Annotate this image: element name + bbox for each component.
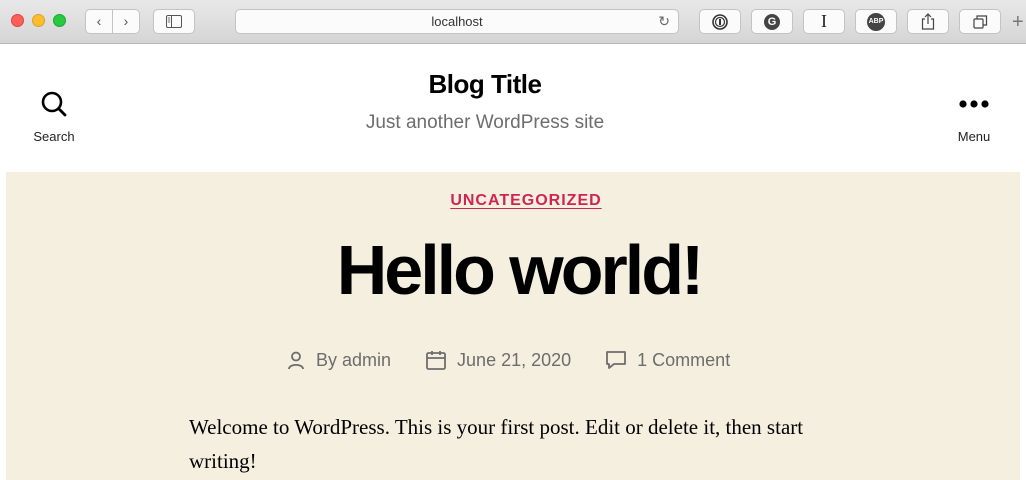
history-nav: ‹ › (85, 9, 140, 34)
menu-toggle-button[interactable]: Menu (948, 90, 1000, 144)
back-button[interactable]: ‹ (86, 10, 112, 33)
more-dots-icon (959, 100, 989, 108)
date-text: June 21, 2020 (457, 349, 572, 370)
instapaper-icon: I (821, 11, 827, 31)
post-excerpt: Welcome to WordPress. This is your first… (189, 415, 804, 473)
close-window-button[interactable] (11, 14, 24, 27)
calendar-icon (426, 351, 446, 370)
share-icon (921, 13, 935, 30)
post-comments[interactable]: 1 Comment (605, 350, 730, 371)
sidebar-icon (166, 15, 182, 28)
adblock-extension-button[interactable]: ABP (855, 9, 897, 34)
author-text: By admin (316, 349, 392, 370)
onepassword-extension-button[interactable] (699, 9, 741, 34)
site-header: Search Blog Title Just another WordPress… (0, 44, 1026, 172)
post-author[interactable]: By admin (286, 350, 391, 371)
onepassword-icon (712, 13, 728, 30)
grammarly-icon: G (764, 13, 780, 30)
user-icon (288, 351, 304, 370)
comments-text: 1 Comment (637, 349, 731, 370)
post-header: UNCATEGORIZED Hello world! By admin June… (6, 172, 1020, 480)
post-category: UNCATEGORIZED (6, 192, 1026, 210)
grammarly-extension-button[interactable]: G (751, 9, 793, 34)
comment-icon (606, 351, 627, 369)
zoom-window-button[interactable] (53, 14, 66, 27)
new-tab-button[interactable]: + (1012, 11, 1024, 34)
site-title[interactable]: Blog Title (0, 69, 970, 100)
menu-label: Menu (957, 129, 991, 144)
share-button[interactable] (907, 9, 949, 34)
url-text: localhost (431, 14, 483, 29)
tabs-icon (972, 14, 987, 29)
instapaper-extension-button[interactable]: I (803, 9, 845, 34)
address-bar[interactable]: localhost ↻ (235, 9, 679, 34)
adblock-icon: ABP (867, 12, 885, 31)
browser-toolbar: ‹ › localhost ↻ G I ABP + (0, 0, 1026, 44)
forward-button[interactable]: › (113, 10, 139, 33)
post-meta: By admin June 21, 2020 1 Comment (286, 346, 764, 374)
reload-icon[interactable]: ↻ (658, 10, 670, 33)
category-link[interactable]: UNCATEGORIZED (450, 192, 601, 209)
post-date[interactable]: June 21, 2020 (425, 350, 571, 371)
sidebar-toggle-button[interactable] (153, 9, 195, 34)
minimize-window-button[interactable] (32, 14, 45, 27)
site-description: Just another WordPress site (365, 112, 605, 133)
tabs-overview-button[interactable] (959, 9, 1001, 34)
post-title: Hello world! (336, 231, 705, 309)
